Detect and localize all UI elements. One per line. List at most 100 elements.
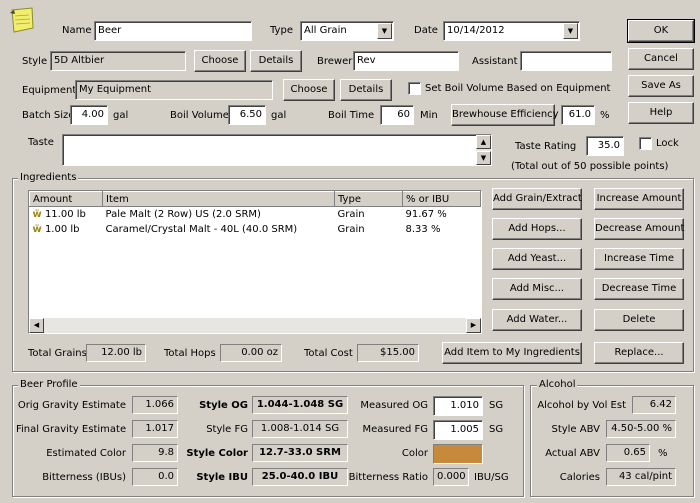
scroll-left-icon[interactable]: ◀ bbox=[29, 318, 44, 333]
total-grains-value: 12.00 lb bbox=[86, 344, 146, 362]
bitterness-ratio-unit: IBU/SG bbox=[474, 472, 509, 483]
style-label: Style bbox=[22, 56, 48, 67]
replace-button[interactable]: Replace... bbox=[594, 342, 684, 364]
bitterness-value: 0.0 bbox=[132, 468, 178, 486]
taste-rating-label: Taste Rating bbox=[515, 141, 577, 152]
increase-time-button[interactable]: Increase Time bbox=[594, 248, 684, 270]
style-details-button[interactable]: Details bbox=[250, 50, 302, 72]
actual-abv-unit: % bbox=[658, 448, 668, 459]
lock-label: Lock bbox=[656, 138, 679, 149]
col-amount[interactable]: Amount bbox=[29, 191, 103, 207]
scroll-down-icon[interactable]: ▼ bbox=[476, 151, 491, 165]
notepad-icon[interactable] bbox=[6, 6, 36, 36]
orig-gravity-label: Orig Gravity Estimate bbox=[17, 400, 126, 411]
name-input[interactable]: Beer bbox=[94, 21, 252, 41]
delete-button[interactable]: Delete bbox=[594, 309, 684, 331]
table-row[interactable]: ẅ 11.00 lb Pale Malt (2 Row) US (2.0 SRM… bbox=[30, 207, 481, 222]
style-fg-value: 1.008-1.014 SG bbox=[252, 420, 348, 438]
ingredients-list[interactable]: Amount Item Type % or IBU ẅ 11.00 lb Pal… bbox=[28, 190, 482, 334]
row-pct: 91.67 % bbox=[405, 208, 447, 220]
decrease-time-button[interactable]: Decrease Time bbox=[594, 278, 684, 300]
boil-time-input[interactable]: 60 bbox=[380, 105, 414, 125]
equipment-label: Equipment bbox=[22, 85, 77, 96]
ok-button[interactable]: OK bbox=[627, 19, 695, 43]
name-label: Name bbox=[62, 25, 92, 36]
add-misc-button[interactable]: Add Misc... bbox=[492, 278, 582, 300]
row-item: Pale Malt (2 Row) US (2.0 SRM) bbox=[105, 208, 261, 220]
row-type: Grain bbox=[337, 223, 365, 235]
add-to-my-ingredients-button[interactable]: Add Item to My Ingredients bbox=[442, 342, 582, 364]
brewhouse-efficiency-button[interactable]: Brewhouse Efficiency bbox=[451, 104, 559, 126]
add-yeast-button[interactable]: Add Yeast... bbox=[492, 248, 582, 270]
scroll-up-icon[interactable]: ▲ bbox=[476, 135, 491, 149]
batch-size-input[interactable]: 4.00 bbox=[70, 105, 108, 125]
total-cost-label: Total Cost bbox=[304, 348, 353, 359]
add-water-button[interactable]: Add Water... bbox=[492, 309, 582, 331]
row-type: Grain bbox=[337, 208, 365, 220]
boil-volume-input[interactable]: 6.50 bbox=[228, 105, 266, 125]
col-item[interactable]: Item bbox=[102, 191, 335, 207]
boil-volume-checkbox-label: Set Boil Volume Based on Equipment bbox=[425, 83, 611, 94]
calories-label: Calories bbox=[559, 472, 600, 483]
style-abv-value: 4.50-5.00 % bbox=[606, 420, 676, 438]
measured-fg-unit: SG bbox=[489, 424, 504, 435]
table-row[interactable]: ẅ 1.00 lb Caramel/Crystal Malt - 40L (40… bbox=[30, 222, 481, 237]
increase-amount-button[interactable]: Increase Amount bbox=[594, 188, 684, 210]
beer-profile-group-title: Beer Profile bbox=[18, 379, 80, 391]
total-hops-value: 0.00 oz bbox=[220, 344, 282, 362]
measured-og-label: Measured OG bbox=[360, 400, 428, 411]
chevron-down-icon[interactable]: ▼ bbox=[563, 23, 578, 39]
taste-notes-textarea[interactable]: ▲ ▼ bbox=[62, 134, 492, 166]
date-label: Date bbox=[414, 25, 438, 36]
decrease-amount-button[interactable]: Decrease Amount bbox=[594, 218, 684, 240]
add-grain-button[interactable]: Add Grain/Extract bbox=[492, 188, 582, 210]
lock-checkbox[interactable] bbox=[639, 137, 652, 150]
grain-icon: ẅ bbox=[32, 223, 42, 235]
boil-time-label: Boil Time bbox=[328, 110, 375, 121]
style-choose-button[interactable]: Choose bbox=[194, 50, 246, 72]
measured-og-input[interactable]: 1.010 bbox=[433, 396, 483, 416]
date-picker[interactable]: 10/14/2012 ▼ bbox=[443, 21, 580, 41]
boil-volume-unit: gal bbox=[271, 110, 287, 121]
efficiency-unit: % bbox=[600, 110, 610, 121]
col-type[interactable]: Type bbox=[334, 191, 403, 207]
ingredients-header-row: Amount Item Type % or IBU bbox=[29, 191, 481, 207]
bitterness-label: Bitterness (IBUs) bbox=[42, 472, 126, 483]
boil-volume-checkbox[interactable] bbox=[408, 82, 421, 95]
taste-rating-input[interactable]: 35.0 bbox=[586, 136, 624, 156]
calories-value: 43 cal/pint bbox=[606, 468, 676, 486]
efficiency-input[interactable]: 61.0 bbox=[561, 105, 595, 125]
equipment-choose-button[interactable]: Choose bbox=[283, 79, 335, 101]
help-button[interactable]: Help bbox=[628, 102, 694, 124]
cancel-button[interactable]: Cancel bbox=[628, 48, 694, 70]
type-select-value: All Grain bbox=[304, 25, 347, 36]
brewer-label: Brewer bbox=[317, 56, 353, 67]
total-cost-value: $15.00 bbox=[357, 344, 419, 362]
save-as-button[interactable]: Save As bbox=[628, 75, 694, 97]
taste-label: Taste bbox=[28, 137, 54, 148]
batch-size-unit: gal bbox=[113, 110, 129, 121]
style-abv-label: Style ABV bbox=[551, 424, 600, 435]
taste-scrollbar[interactable]: ▲ ▼ bbox=[476, 135, 491, 165]
measured-og-unit: SG bbox=[489, 400, 504, 411]
color-swatch[interactable] bbox=[433, 444, 483, 464]
row-pct: 8.33 % bbox=[405, 223, 441, 235]
assistant-input[interactable] bbox=[520, 51, 612, 71]
measured-fg-input[interactable]: 1.005 bbox=[433, 420, 483, 440]
measured-fg-label: Measured FG bbox=[362, 424, 428, 435]
bitterness-ratio-label: Bitterness Ratio bbox=[348, 472, 428, 483]
style-field: 5D Altbier bbox=[50, 51, 186, 71]
horizontal-scrollbar[interactable]: ◀ ▶ bbox=[29, 318, 481, 333]
brewer-input[interactable]: Rev bbox=[353, 51, 459, 71]
boil-time-unit: Min bbox=[420, 110, 438, 121]
ingredients-group-title: Ingredients bbox=[18, 172, 79, 184]
scroll-right-icon[interactable]: ▶ bbox=[466, 318, 481, 333]
type-select[interactable]: All Grain ▼ bbox=[300, 21, 394, 41]
chevron-down-icon[interactable]: ▼ bbox=[377, 23, 392, 39]
assistant-label: Assistant bbox=[472, 56, 518, 67]
style-color-value: 12.7-33.0 SRM bbox=[252, 444, 348, 462]
add-hops-button[interactable]: Add Hops... bbox=[492, 218, 582, 240]
col-pct[interactable]: % or IBU bbox=[402, 191, 481, 207]
equipment-details-button[interactable]: Details bbox=[340, 79, 392, 101]
actual-abv-value: 0.65 bbox=[606, 444, 650, 462]
